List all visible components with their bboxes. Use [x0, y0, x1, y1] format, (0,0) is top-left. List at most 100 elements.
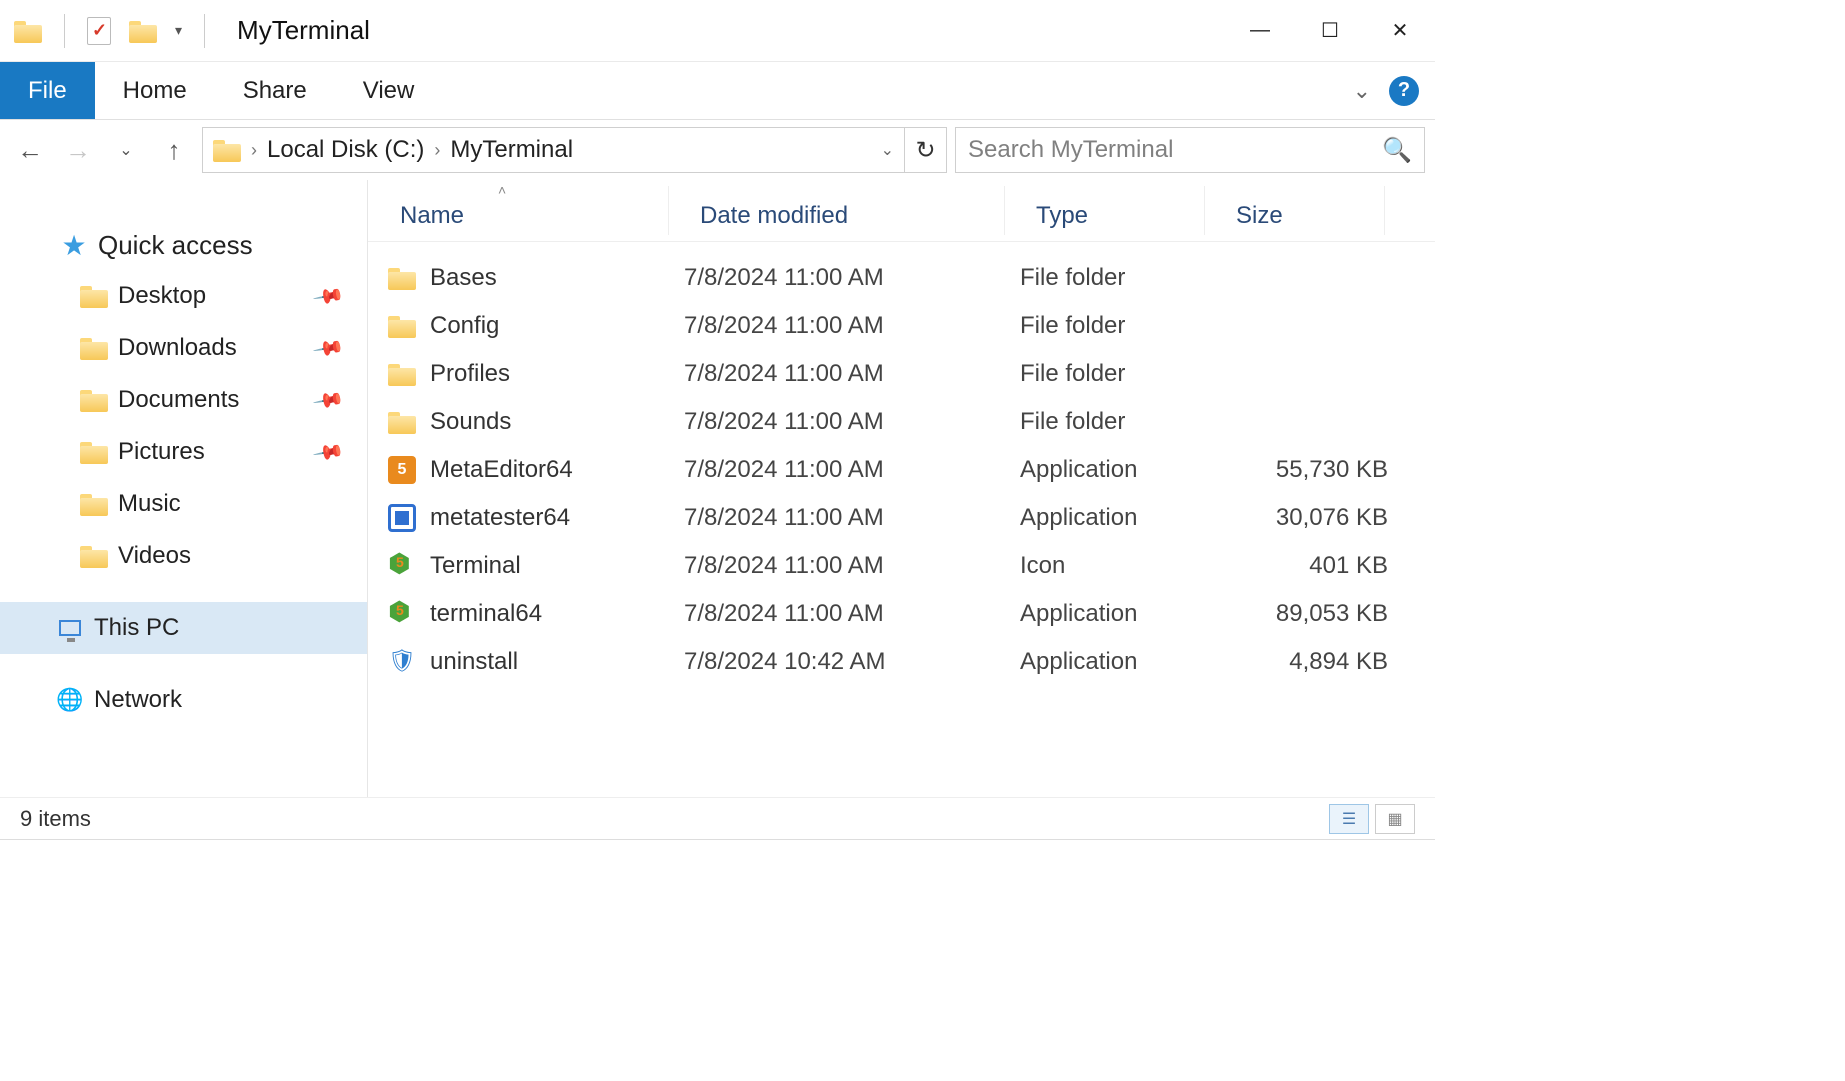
folder-icon	[80, 336, 108, 360]
refresh-button[interactable]: ↻	[905, 127, 947, 173]
minimize-button[interactable]: —	[1225, 1, 1295, 61]
file-name: Sounds	[430, 408, 511, 436]
nav-videos[interactable]: Videos	[0, 530, 367, 582]
file-type: Icon	[1020, 552, 1220, 580]
ribbon-expand-icon[interactable]: ⌄	[1353, 78, 1371, 104]
nav-desktop[interactable]: Desktop 📌	[0, 270, 367, 322]
breadcrumb-sep-icon: ›	[434, 140, 440, 161]
nav-label: Downloads	[118, 334, 237, 362]
file-type: File folder	[1020, 360, 1220, 388]
col-size[interactable]: Size	[1220, 202, 1400, 230]
metaeditor-icon: 5	[388, 456, 416, 484]
qat-newfolder-icon[interactable]	[129, 19, 157, 43]
explorer-window: ▾ MyTerminal — ☐ ✕ File Home Share View …	[0, 0, 1435, 840]
addressbar-dropdown-icon[interactable]: ⌄	[881, 140, 894, 160]
view-details-button[interactable]: ☰	[1329, 804, 1369, 834]
folder-icon	[388, 314, 416, 338]
window-folder-icon	[14, 19, 42, 43]
nav-this-pc[interactable]: This PC	[0, 602, 367, 654]
pin-icon: 📌	[311, 279, 346, 314]
folder-icon	[80, 284, 108, 308]
file-date: 7/8/2024 11:00 AM	[684, 552, 1020, 580]
breadcrumb-current[interactable]: MyTerminal	[450, 136, 573, 164]
folder-icon	[80, 388, 108, 412]
uninstall-icon	[388, 648, 416, 676]
col-name[interactable]: Name	[384, 202, 684, 230]
addressbar-folder-icon	[213, 138, 241, 162]
file-row[interactable]: Terminal7/8/2024 11:00 AMIcon401 KB	[384, 542, 1435, 590]
folder-icon	[388, 266, 416, 290]
folder-icon	[80, 492, 108, 516]
file-row[interactable]: Sounds7/8/2024 11:00 AMFile folder	[384, 398, 1435, 446]
ribbon: File Home Share View ⌄ ?	[0, 62, 1435, 120]
breadcrumb-local-disk[interactable]: Local Disk (C:)	[267, 136, 424, 164]
file-type: File folder	[1020, 264, 1220, 292]
maximize-button[interactable]: ☐	[1295, 1, 1365, 61]
ribbon-tab-view[interactable]: View	[335, 62, 443, 119]
file-date: 7/8/2024 11:00 AM	[684, 264, 1020, 292]
monitor-icon	[59, 620, 81, 636]
terminal-icon	[388, 552, 416, 580]
view-large-icons-button[interactable]: ▦	[1375, 804, 1415, 834]
file-date: 7/8/2024 11:00 AM	[684, 456, 1020, 484]
nav-quick-access[interactable]: ★ Quick access	[0, 220, 367, 270]
qat-customize-icon[interactable]: ▾	[175, 22, 182, 39]
titlebar: ▾ MyTerminal — ☐ ✕	[0, 0, 1435, 62]
nav-network[interactable]: 🌐 Network	[0, 674, 367, 726]
nav-label: Videos	[118, 542, 191, 570]
folder-icon	[388, 264, 416, 292]
nav-music[interactable]: Music	[0, 478, 367, 530]
close-button[interactable]: ✕	[1365, 1, 1435, 61]
nav-up-button[interactable]: ↑	[154, 130, 194, 170]
nav-label: Network	[94, 686, 182, 714]
file-size: 55,730 KB	[1220, 456, 1400, 484]
nav-recent-dropdown[interactable]: ⌄	[106, 130, 146, 170]
folder-icon	[80, 544, 108, 568]
divider	[64, 14, 65, 48]
ribbon-tab-file[interactable]: File	[0, 62, 95, 119]
col-type[interactable]: Type	[1020, 202, 1220, 230]
file-row[interactable]: metatester647/8/2024 11:00 AMApplication…	[384, 494, 1435, 542]
nav-label: Desktop	[118, 282, 206, 310]
ribbon-tab-home[interactable]: Home	[95, 62, 215, 119]
file-row[interactable]: Config7/8/2024 11:00 AMFile folder	[384, 302, 1435, 350]
col-date[interactable]: Date modified	[684, 202, 1020, 230]
nav-forward-button[interactable]: →	[58, 130, 98, 170]
qat-properties-icon[interactable]	[87, 17, 111, 45]
file-type: Application	[1020, 648, 1220, 676]
search-box[interactable]: 🔍	[955, 127, 1425, 173]
ribbon-tab-share[interactable]: Share	[215, 62, 335, 119]
file-name: MetaEditor64	[430, 456, 573, 484]
file-area: ˄ Name Date modified Type Size Bases7/8/…	[368, 180, 1435, 797]
nav-downloads[interactable]: Downloads 📌	[0, 322, 367, 374]
help-icon[interactable]: ?	[1389, 76, 1419, 106]
nav-back-button[interactable]: ←	[10, 130, 50, 170]
file-type: Application	[1020, 456, 1220, 484]
nav-label: Pictures	[118, 438, 205, 466]
network-icon: 🌐	[56, 687, 84, 713]
pin-icon: 📌	[311, 331, 346, 366]
file-date: 7/8/2024 10:42 AM	[684, 648, 1020, 676]
file-row[interactable]: Profiles7/8/2024 11:00 AMFile folder	[384, 350, 1435, 398]
file-name: Terminal	[430, 552, 521, 580]
file-row[interactable]: terminal647/8/2024 11:00 AMApplication89…	[384, 590, 1435, 638]
folder-icon	[388, 410, 416, 434]
file-type: File folder	[1020, 408, 1220, 436]
file-name: uninstall	[430, 648, 518, 676]
address-bar[interactable]: › Local Disk (C:) › MyTerminal ⌄	[202, 127, 905, 173]
file-row[interactable]: 5 MetaEditor64 7/8/2024 11:00 AMApplicatio…	[384, 446, 1435, 494]
status-bar: 9 items ☰ ▦	[0, 797, 1435, 839]
file-date: 7/8/2024 11:00 AM	[684, 504, 1020, 532]
body: ★ Quick access Desktop 📌 Downloads 📌 Doc…	[0, 180, 1435, 797]
nav-label: Documents	[118, 386, 239, 414]
search-input[interactable]	[968, 136, 1382, 164]
file-size: 4,894 KB	[1220, 648, 1400, 676]
navigation-row: ← → ⌄ ↑ › Local Disk (C:) › MyTerminal ⌄…	[0, 120, 1435, 180]
nav-label: Quick access	[98, 230, 253, 261]
file-row[interactable]: Bases7/8/2024 11:00 AMFile folder	[384, 254, 1435, 302]
nav-documents[interactable]: Documents 📌	[0, 374, 367, 426]
nav-pictures[interactable]: Pictures 📌	[0, 426, 367, 478]
file-row[interactable]: uninstall 7/8/2024 10:42 AMApplication4,8…	[384, 638, 1435, 686]
pin-icon: 📌	[311, 383, 346, 418]
file-size: 89,053 KB	[1220, 600, 1400, 628]
